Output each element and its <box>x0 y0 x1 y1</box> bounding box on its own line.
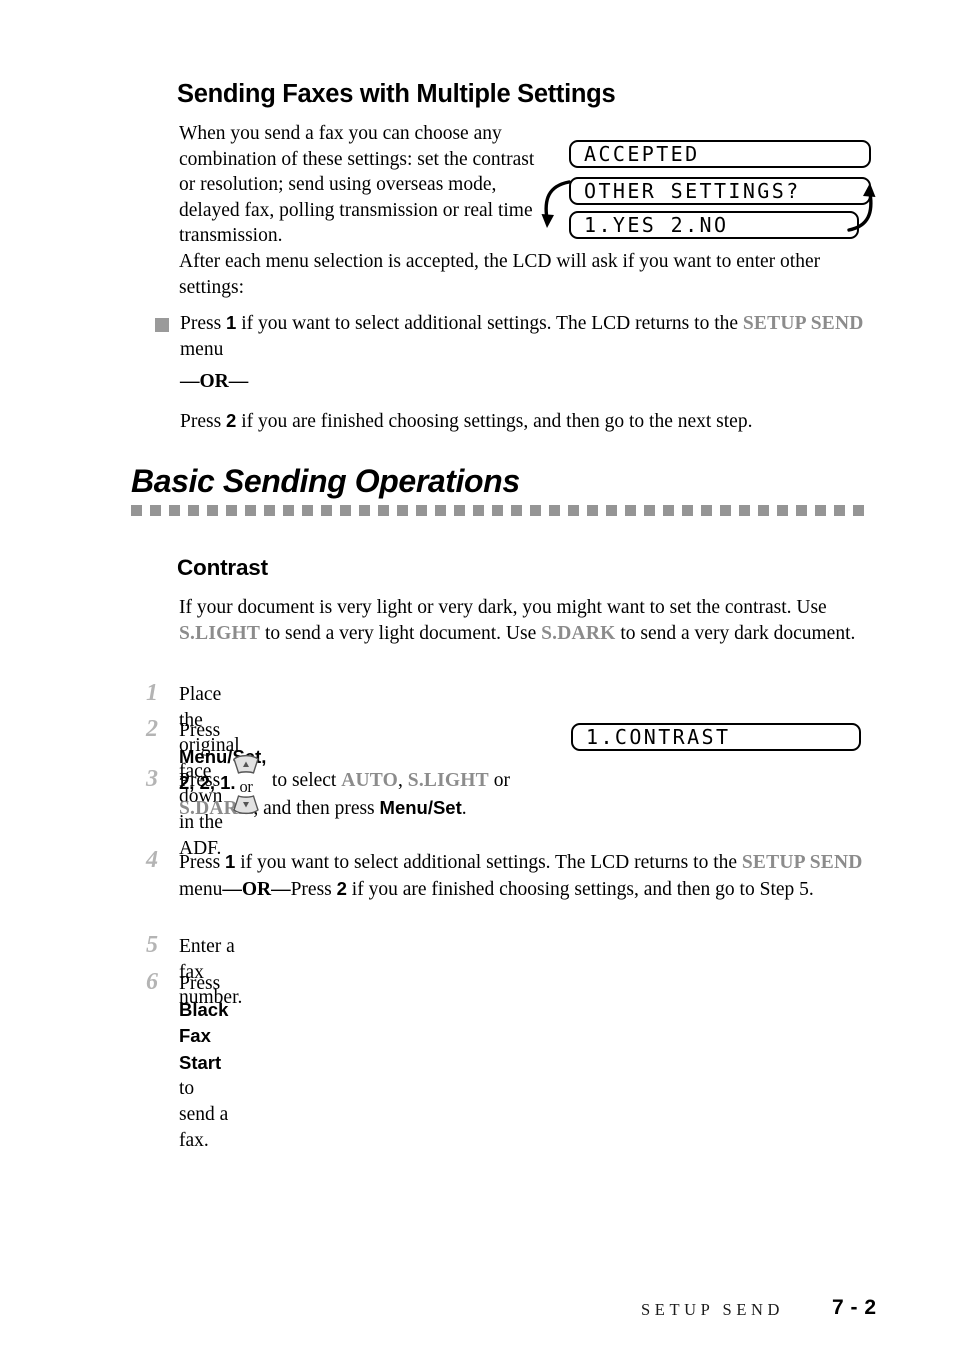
press-2-paragraph: Press 2 if you are finished choosing set… <box>180 408 870 435</box>
step-6-number: 6 <box>146 969 158 995</box>
step-4-part-5: if you are finished choosing settings, a… <box>346 878 814 900</box>
lcd-display-other-settings: OTHER SETTINGS? <box>569 177 871 205</box>
square-bullet-icon <box>155 318 169 332</box>
press-2-part-1: Press <box>180 411 227 432</box>
step-6-suffix: to send a fax. <box>179 1078 229 1151</box>
step-4-key-1: 1 <box>225 851 236 872</box>
step-4-text: Press 1 if you want to select additional… <box>179 849 902 902</box>
footer-page-number: 7 - 2 <box>832 1296 877 1319</box>
cycle-arrow-right-icon <box>845 176 879 243</box>
step-3-text: Press or to select AUTO, S.LIGHT or S.DAR… <box>179 754 599 822</box>
option-auto-label: AUTO <box>341 770 399 791</box>
mode-slight-label: S.LIGHT <box>179 622 261 644</box>
menu-set-button-label-2: Menu/Set <box>379 797 462 818</box>
up-down-key-icon[interactable]: or <box>228 754 264 815</box>
bullet-text-part-3: menu <box>180 338 224 360</box>
step-1-number: 1 <box>146 680 158 706</box>
key-2-label: 2 <box>226 410 237 431</box>
lcd-display-contrast-menu: 1.CONTRAST <box>571 723 861 751</box>
step-6-text: Press Black Fax Start to send a fax. <box>179 971 228 1153</box>
up-down-icon-or-label: or <box>239 777 253 796</box>
bullet-text-part-1: Press <box>180 313 227 334</box>
step-3-to-select: to select <box>267 770 342 791</box>
step-6-press-label: Press <box>179 973 221 994</box>
or-divider-text: —OR— <box>180 371 249 392</box>
bullet-text-part-2: if you want to select additional setting… <box>236 313 743 334</box>
step-3-comma: , <box>398 770 408 791</box>
step-4-number: 4 <box>146 847 158 873</box>
step-3-number: 3 <box>146 766 158 792</box>
step-2-number: 2 <box>146 716 158 742</box>
step-4-part-3: menu <box>179 878 223 900</box>
mode-sdark-label: S.DARK <box>541 622 616 644</box>
intro-paragraph: When you send a fax you can choose any c… <box>179 123 535 247</box>
contrast-intro-paragraph: If your document is very light or very d… <box>179 595 879 646</box>
subsection-heading-contrast: Contrast <box>177 555 268 580</box>
step-4-part-4: Press <box>290 878 337 900</box>
document-page: Sending Faxes with Multiple Settings Whe… <box>0 0 954 1352</box>
option-slight-label: S.LIGHT <box>407 770 489 791</box>
step-2-press-label: Press <box>179 720 221 741</box>
step-5-number: 5 <box>146 932 158 958</box>
contrast-part-3: to send a very dark document. <box>615 622 856 644</box>
bullet-item-text: Press 1 if you want to select additional… <box>180 310 870 362</box>
footer-section-label: SETUP SEND <box>641 1300 785 1319</box>
press-2-part-2: if you are finished choosing settings, a… <box>236 411 753 432</box>
step-4-or-divider: —OR— <box>222 878 291 900</box>
step-3-then-press: , and then press <box>253 798 380 819</box>
step-3-period: . <box>461 798 467 819</box>
step-4-key-2: 2 <box>336 877 347 899</box>
key-1-label: 1 <box>226 312 237 333</box>
step-4-part-2: if you want to select additional setting… <box>235 852 742 873</box>
contrast-part-2: to send a very light document. Use <box>260 622 542 644</box>
setup-send-menu-name-2: SETUP SEND <box>741 852 863 873</box>
chapter-heading: Basic Sending Operations <box>131 463 520 499</box>
step-4-part-1: Press <box>179 852 226 873</box>
setup-send-menu-name: SETUP SEND <box>742 313 864 334</box>
dashed-rule-divider <box>131 505 869 516</box>
step-3-press-label: Press <box>179 770 226 791</box>
after-menu-paragraph: After each menu selection is accepted, t… <box>179 251 821 298</box>
black-fax-start-button-label: Black Fax Start <box>179 998 229 1073</box>
step-3-or-text: or <box>488 770 510 791</box>
section-heading: Sending Faxes with Multiple Settings <box>177 80 616 108</box>
lcd-display-yes-no: 1.YES 2.NO <box>569 211 859 239</box>
contrast-part-1: If your document is very light or very d… <box>179 597 827 618</box>
cycle-arrow-left-icon <box>538 176 572 243</box>
lcd-display-accepted: ACCEPTED <box>569 140 871 168</box>
